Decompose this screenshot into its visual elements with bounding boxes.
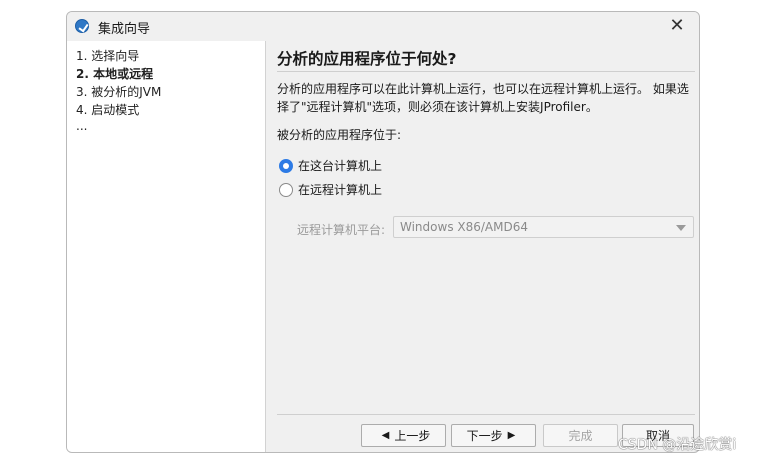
step-startup-mode: 4. 启动模式 <box>76 103 140 117</box>
finish-button-label: 完成 <box>568 429 593 443</box>
arrow-right-icon: ▶ <box>507 430 516 441</box>
next-button-label: 下一步 <box>466 429 503 443</box>
radio-unselected-icon[interactable] <box>279 182 293 197</box>
close-button[interactable]: ✕ <box>665 15 689 37</box>
next-button[interactable]: 下一步 ▶ <box>451 424 536 447</box>
page-title: 分析的应用程序位于何处? <box>277 50 457 68</box>
radio-selected-icon[interactable] <box>279 158 293 173</box>
option-remote-computer-label: 在远程计算机上 <box>298 183 383 197</box>
title-bar[interactable]: 集成向导 ✕ <box>67 12 699 41</box>
option-this-computer-label: 在这台计算机上 <box>298 159 383 173</box>
app-logo-icon <box>75 19 89 33</box>
chevron-down-icon <box>676 225 686 231</box>
step-local-or-remote: 2. 本地或远程 <box>76 67 154 81</box>
arrow-left-icon: ◀ <box>381 430 390 441</box>
step-profiled-jvm: 3. 被分析的JVM <box>76 85 162 99</box>
description-text: 分析的应用程序可以在此计算机上运行，也可以在远程计算机上运行。 如果选择了"远程… <box>277 82 689 114</box>
remote-platform-label: 远程计算机平台: <box>297 223 386 237</box>
footer-divider <box>277 414 695 415</box>
wizard-steps-panel: 1. 选择向导 2. 本地或远程 3. 被分析的JVM 4. 启动模式 ... <box>67 41 266 452</box>
window-title: 集成向导 <box>98 22 151 37</box>
integration-wizard-dialog: 集成向导 ✕ 1. 选择向导 2. 本地或远程 3. 被分析的JVM 4. 启动… <box>66 11 700 453</box>
step-more: ... <box>76 119 88 133</box>
csdn-watermark: CSDN @沿途欣赏i <box>618 437 737 453</box>
remote-platform-select[interactable]: Windows X86/AMD64 <box>393 216 694 238</box>
wizard-content: 分析的应用程序位于何处? 分析的应用程序可以在此计算机上运行，也可以在远程计算机… <box>267 41 699 452</box>
remote-platform-value: Windows X86/AMD64 <box>400 220 528 234</box>
option-this-computer[interactable]: 在这台计算机上 <box>279 157 382 174</box>
header-divider <box>277 71 695 72</box>
finish-button[interactable]: 完成 <box>543 424 618 447</box>
step-choose-wizard: 1. 选择向导 <box>76 49 140 63</box>
back-button[interactable]: ◀ 上一步 <box>361 424 446 447</box>
option-remote-computer[interactable]: 在远程计算机上 <box>279 181 382 198</box>
location-question: 被分析的应用程序位于: <box>277 128 402 142</box>
back-button-label: 上一步 <box>394 429 431 443</box>
